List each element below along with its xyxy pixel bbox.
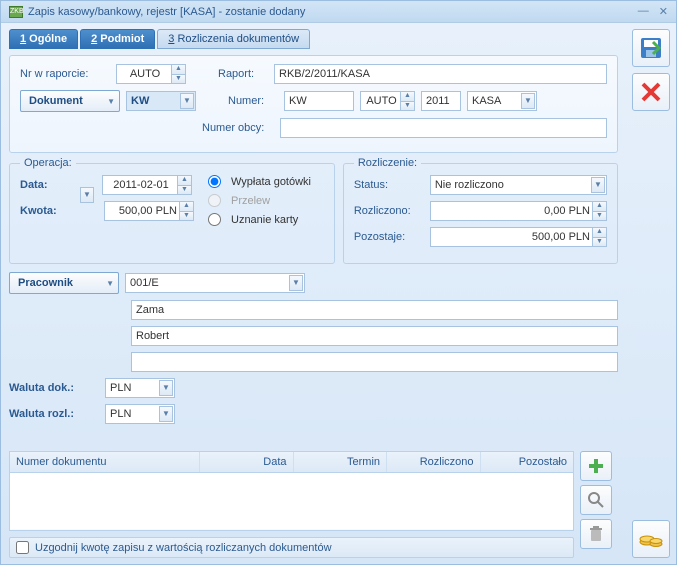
col-data[interactable]: Data — [200, 452, 293, 472]
numer-obcy-input[interactable] — [280, 118, 607, 138]
col-numer[interactable]: Numer dokumentu — [10, 452, 200, 472]
col-termin[interactable]: Termin — [294, 452, 387, 472]
tabs: 1 Ogólne 2 Podmiot 3 Rozliczenia dokumen… — [9, 29, 618, 49]
numer-label: Numer: — [228, 95, 278, 107]
waluta-rozl-label: Waluta rozl.: — [9, 408, 99, 420]
nazwisko-input[interactable] — [131, 300, 618, 320]
coins-button[interactable] — [632, 520, 670, 558]
cancel-button[interactable] — [632, 73, 670, 111]
tab-podmiot[interactable]: 2 Podmiot — [80, 29, 155, 49]
uzgodnij-checkbox[interactable] — [16, 541, 29, 554]
close-icon[interactable]: ✕ — [659, 5, 668, 18]
search-row-button[interactable] — [580, 485, 612, 515]
numer-year-input[interactable] — [421, 91, 461, 111]
spin-up-icon[interactable]: ▲ — [171, 65, 185, 75]
spin-down-icon[interactable]: ▼ — [171, 75, 185, 84]
header-panel: Nr w raporcie: ▲▼ Raport: Dokument▼ ▼ Nu… — [9, 55, 618, 153]
calendar-icon[interactable]: ▼ — [80, 187, 94, 203]
app-icon: ZKB — [9, 6, 23, 18]
waluta-dok-label: Waluta dok.: — [9, 382, 99, 394]
col-pozostalo[interactable]: Pozostało — [481, 452, 573, 472]
minimize-icon[interactable]: — — [638, 5, 649, 18]
nr-w-raporcie-label: Nr w raporcie: — [20, 68, 110, 80]
extra-input[interactable] — [131, 352, 618, 372]
radio-uznanie[interactable] — [208, 213, 221, 226]
rozliczono-input[interactable] — [430, 201, 607, 221]
title-bar: ZKB Zapis kasowy/bankowy, rejestr [KASA]… — [1, 1, 676, 23]
operacja-legend: Operacja: — [20, 157, 76, 169]
numer-obcy-label: Numer obcy: — [202, 122, 274, 134]
rozliczono-label: Rozliczono: — [354, 205, 424, 217]
dokument-button[interactable]: Dokument▼ — [20, 90, 120, 112]
tab-rozliczenia[interactable]: 3 Rozliczenia dokumentów — [157, 29, 310, 49]
coins-icon — [639, 528, 663, 550]
status-input[interactable] — [430, 175, 607, 195]
kwota-label: Kwota: — [20, 205, 70, 217]
chevron-down-icon[interactable]: ▼ — [180, 93, 194, 109]
radio-przelew — [208, 194, 221, 207]
pozostaje-input[interactable] — [430, 227, 607, 247]
col-rozliczono[interactable]: Rozliczono — [387, 452, 480, 472]
rozliczenie-group: Rozliczenie: Status: ▼ Rozliczono: ▲▼ Po… — [343, 157, 618, 264]
numer-prefix-input[interactable] — [284, 91, 354, 111]
pracownik-button[interactable]: Pracownik▼ — [9, 272, 119, 294]
imie-input[interactable] — [131, 326, 618, 346]
cancel-icon — [640, 81, 662, 103]
rozliczenie-legend: Rozliczenie: — [354, 157, 421, 169]
grid-body[interactable] — [10, 473, 573, 529]
window-title: Zapis kasowy/bankowy, rejestr [KASA] - z… — [28, 6, 638, 18]
tab-general[interactable]: 1 Ogólne — [9, 29, 78, 49]
add-row-button[interactable] — [580, 451, 612, 481]
pozostaje-label: Pozostaje: — [354, 231, 424, 243]
documents-grid[interactable]: Numer dokumentu Data Termin Rozliczono P… — [9, 451, 574, 531]
uzgodnij-label: Uzgodnij kwotę zapisu z wartością rozlic… — [35, 542, 332, 554]
save-button[interactable] — [632, 29, 670, 67]
raport-label: Raport: — [218, 68, 268, 80]
operacja-group: Operacja: Data: ▼ ▲▼ Kwota: ▲▼ — [9, 157, 335, 264]
radio-wyplata[interactable] — [208, 175, 221, 188]
pracownik-kod-input[interactable] — [125, 273, 305, 293]
status-label: Status: — [354, 179, 424, 191]
data-label: Data: — [20, 179, 70, 191]
raport-input[interactable] — [274, 64, 607, 84]
delete-row-button[interactable] — [580, 519, 612, 549]
grid-header: Numer dokumentu Data Termin Rozliczono P… — [10, 452, 573, 473]
save-icon — [639, 36, 663, 60]
